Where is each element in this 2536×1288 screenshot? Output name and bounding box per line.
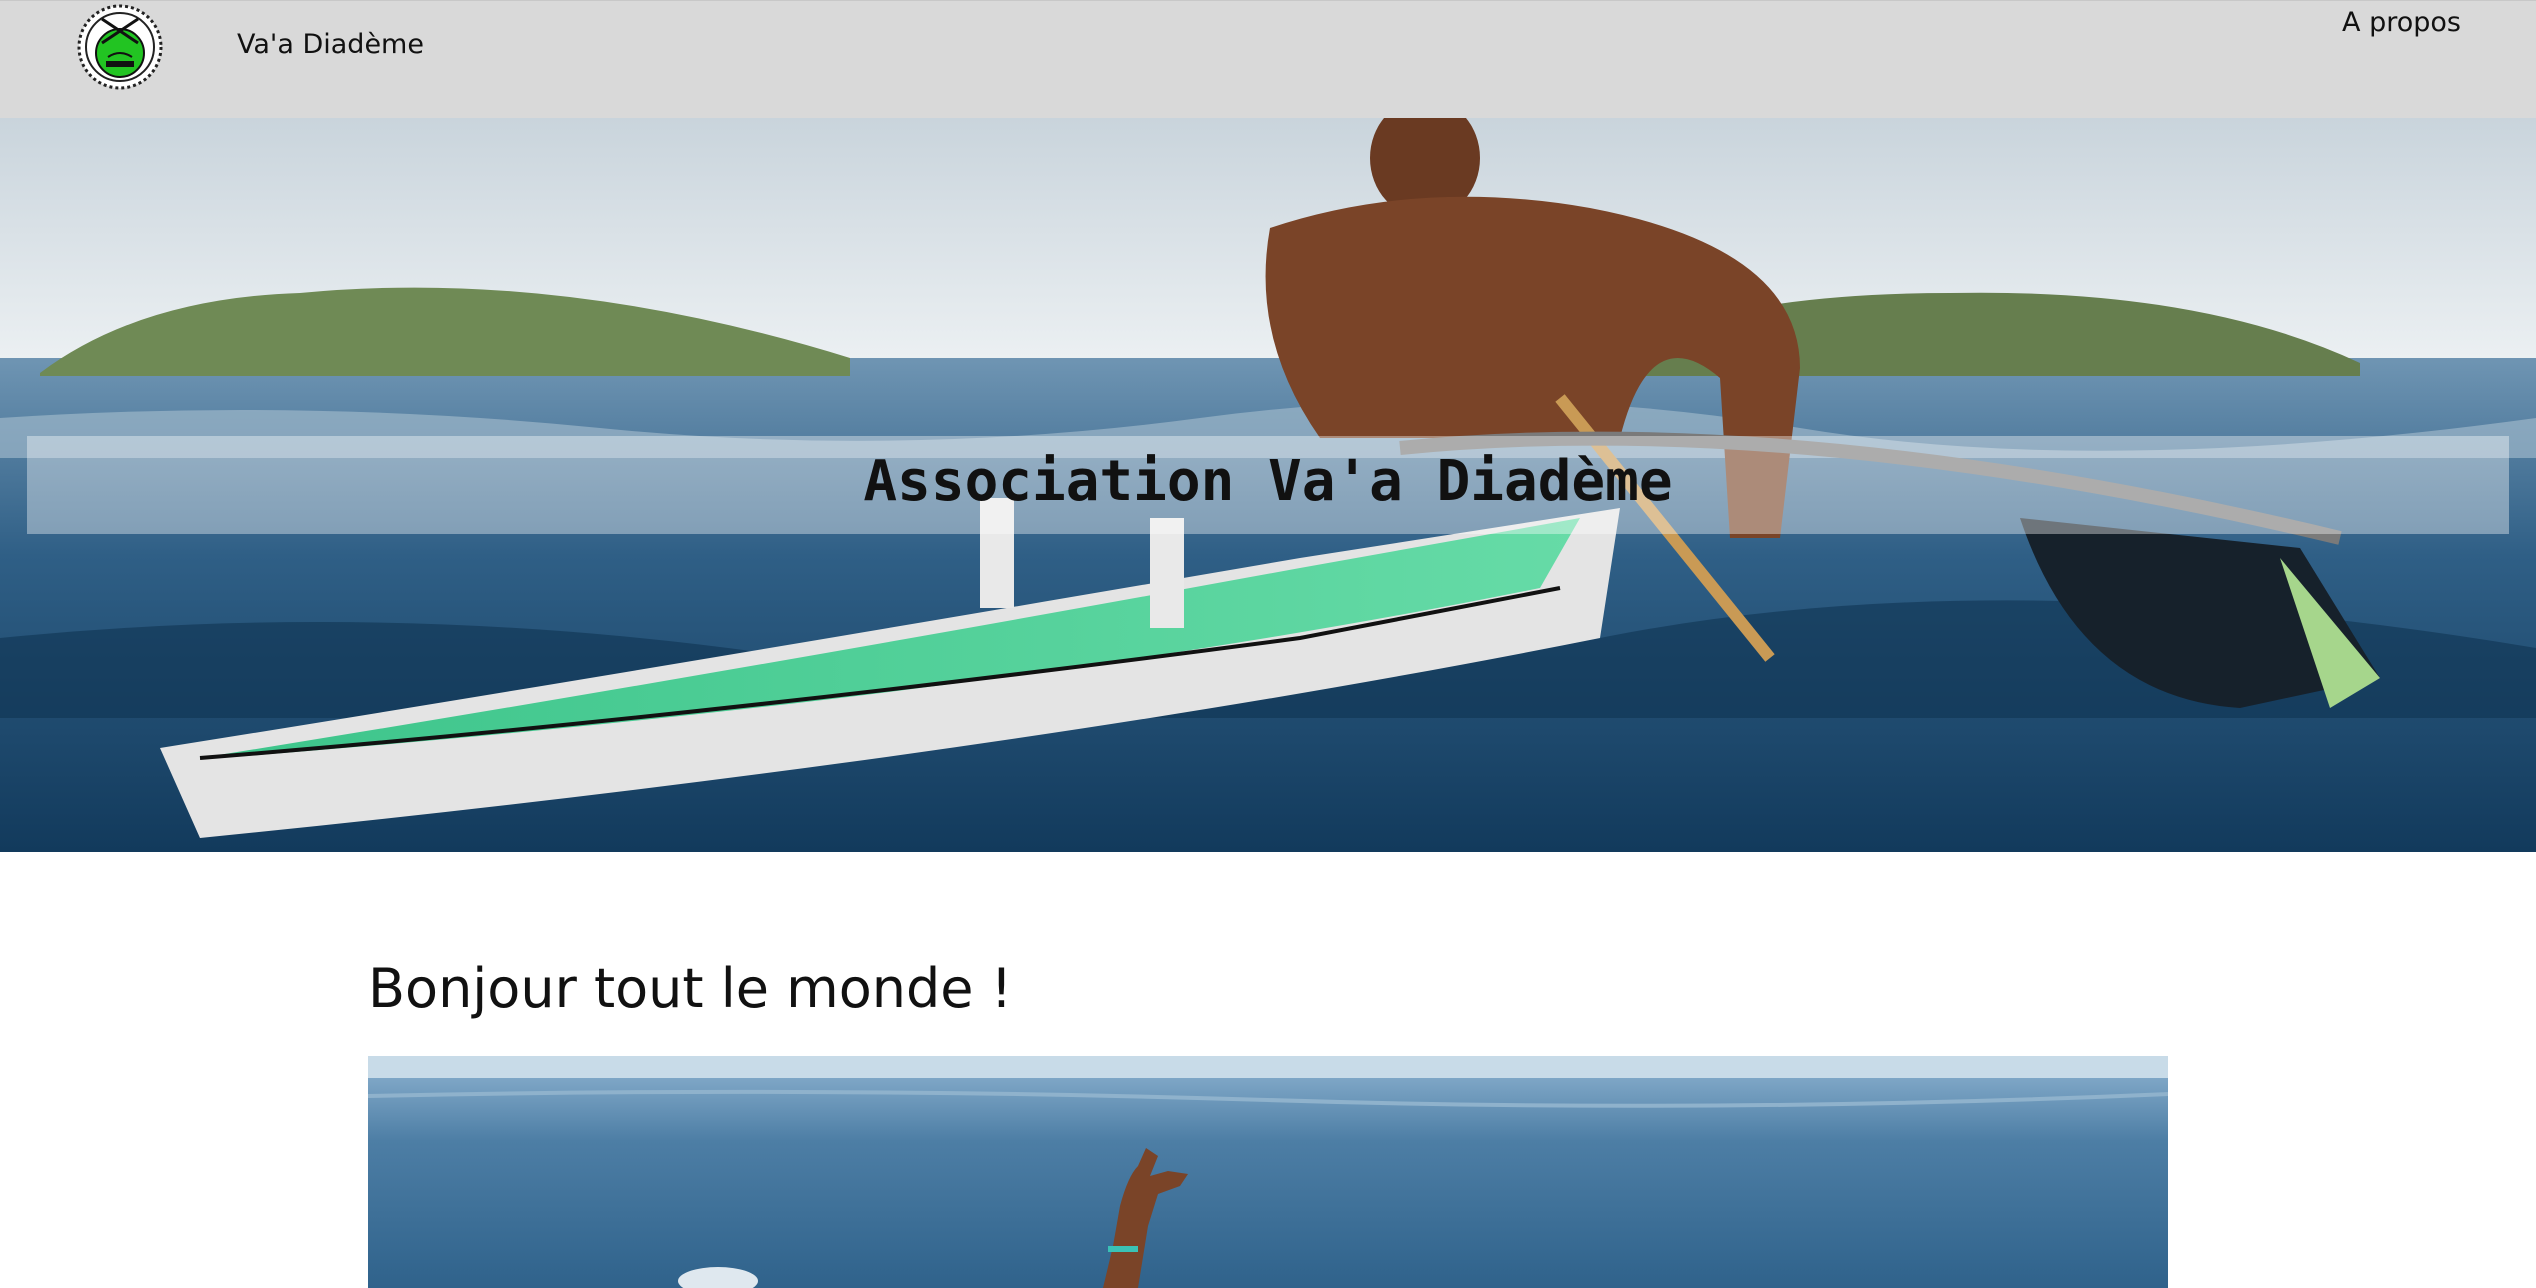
- navbar: Va'a Diadème A propos: [0, 0, 2536, 118]
- post-image: [368, 1056, 2168, 1288]
- site-title-link[interactable]: Va'a Diadème: [237, 29, 424, 60]
- paddler-ocean-photo: [368, 1056, 2168, 1288]
- hero-banner: Association Va'a Diadème: [0, 118, 2536, 852]
- nav-link-a-propos[interactable]: A propos: [2342, 7, 2461, 38]
- hero-title: Association Va'a Diadème: [863, 449, 1673, 514]
- post-title[interactable]: Bonjour tout le monde !: [368, 962, 1012, 1016]
- club-logo-icon[interactable]: [72, 3, 168, 91]
